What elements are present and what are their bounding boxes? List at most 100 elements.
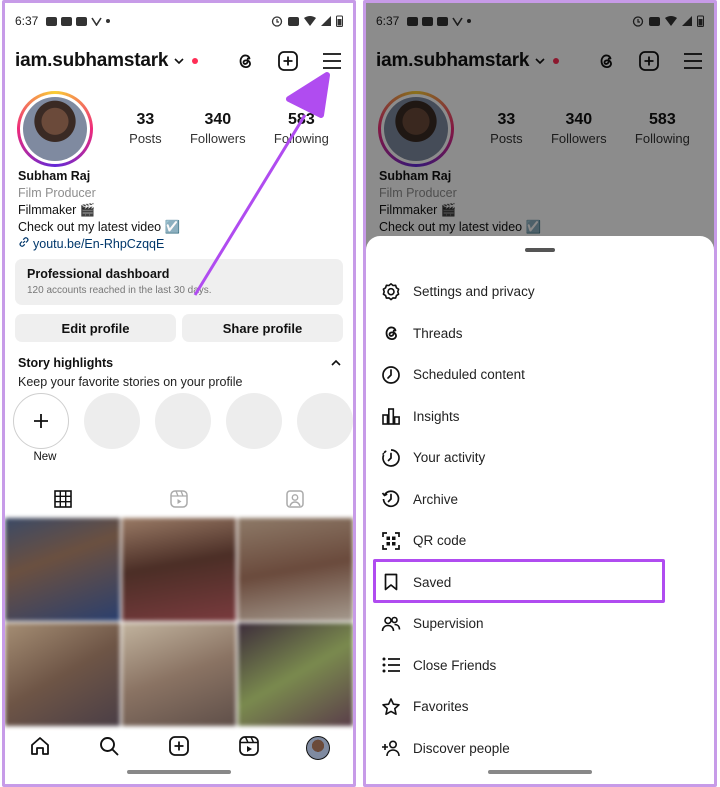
clock-icon <box>380 364 402 386</box>
stat-value: 583 <box>288 111 315 128</box>
menu-item-threads[interactable]: Threads <box>366 313 714 355</box>
activity-icon <box>380 447 402 469</box>
stat-label: Following <box>273 131 329 146</box>
menu-item-label: Close Friends <box>413 657 497 673</box>
insights-icon <box>380 405 402 427</box>
bio-link[interactable]: youtu.be/En-RhpCzqqE <box>18 236 343 253</box>
chevron-down-icon[interactable] <box>174 57 184 65</box>
sheet-handle[interactable] <box>525 248 555 252</box>
bottom-navigation <box>5 731 353 765</box>
profile-header: iam.subhamstark <box>15 43 343 79</box>
post-thumbnail[interactable] <box>5 623 120 726</box>
link-text: youtu.be/En-RhpCzqqE <box>33 237 165 251</box>
menu-item-label: Settings and privacy <box>413 284 535 300</box>
menu-item-label: QR code <box>413 533 467 549</box>
plus-icon <box>34 414 48 428</box>
highlight-placeholder <box>297 393 353 449</box>
bio-line: Check out my latest video ☑️ <box>18 220 181 234</box>
add-person-icon <box>380 737 402 759</box>
settings-icon <box>380 281 402 303</box>
menu-item-label: Discover people <box>413 740 510 756</box>
professional-dashboard[interactable]: Professional dashboard 120 accounts reac… <box>15 259 343 305</box>
highlight-placeholder <box>84 393 140 449</box>
menu-icon[interactable] <box>321 52 343 70</box>
stat-posts[interactable]: 33 Posts <box>129 111 162 146</box>
create-icon[interactable] <box>277 50 299 72</box>
threads-icon <box>380 322 402 344</box>
nav-reels[interactable] <box>214 735 284 762</box>
bottom-sheet-menu: Settings and privacy Threads Scheduled c… <box>366 236 714 784</box>
notification-dot <box>192 58 199 64</box>
nav-search[interactable] <box>75 735 145 762</box>
status-time: 6:37 <box>15 14 39 28</box>
close-friends-icon <box>380 654 402 676</box>
tab-tagged[interactable] <box>237 486 353 516</box>
nav-profile[interactable] <box>283 736 353 760</box>
bio: Subham Raj Film Producer Filmmaker 🎬 Che… <box>18 168 343 253</box>
nav-create[interactable] <box>144 735 214 762</box>
menu-item-qr-code[interactable]: QR code <box>366 520 714 562</box>
saved-highlight-box <box>373 559 665 603</box>
tab-posts[interactable] <box>5 486 121 516</box>
post-thumbnail[interactable] <box>121 518 237 621</box>
display-name: Subham Raj <box>18 169 91 183</box>
menu-item-label: Threads <box>413 325 463 341</box>
qr-code-icon <box>380 530 402 552</box>
menu-item-label: Your activity <box>413 450 486 466</box>
post-thumbnail[interactable] <box>121 623 237 726</box>
dashboard-title: Professional dashboard <box>27 267 170 281</box>
menu-item-label: Archive <box>413 491 459 507</box>
highlights-title: Story highlights <box>18 356 114 370</box>
menu-item-favorites[interactable]: Favorites <box>366 686 714 728</box>
stat-followers[interactable]: 340 Followers <box>190 111 246 146</box>
edit-profile-button[interactable]: Edit profile <box>15 314 176 342</box>
profile-photo <box>23 97 87 161</box>
menu-item-discover-people[interactable]: Discover people <box>366 728 714 770</box>
post-thumbnail[interactable] <box>238 518 353 621</box>
menu-item-your-activity[interactable]: Your activity <box>366 437 714 479</box>
content-tabs <box>5 486 353 516</box>
notification-icons <box>46 16 111 26</box>
create-icon <box>168 735 190 762</box>
home-icon <box>29 735 51 762</box>
reels-icon <box>238 735 260 762</box>
menu-item-label: Insights <box>413 408 460 424</box>
menu-item-supervision[interactable]: Supervision <box>366 603 714 645</box>
stat-label: Followers <box>189 131 246 146</box>
highlights-subtitle: Keep your favorite stories on your profi… <box>18 375 243 389</box>
share-profile-button[interactable]: Share profile <box>182 314 343 342</box>
star-icon <box>380 696 402 718</box>
avatar[interactable] <box>17 91 93 167</box>
stat-value: 33 <box>136 111 155 128</box>
new-highlight-button[interactable] <box>13 393 69 449</box>
menu-item-settings[interactable]: Settings and privacy <box>366 271 714 313</box>
menu-item-insights[interactable]: Insights <box>366 396 714 438</box>
menu-item-scheduled-content[interactable]: Scheduled content <box>366 354 714 396</box>
tab-reels[interactable] <box>121 486 237 516</box>
post-grid <box>5 518 353 726</box>
post-thumbnail[interactable] <box>5 518 120 621</box>
threads-icon[interactable] <box>235 51 255 71</box>
avatar <box>306 736 331 760</box>
stat-label: Posts <box>129 131 162 146</box>
chevron-up-icon[interactable] <box>331 356 341 370</box>
reels-icon <box>169 489 189 514</box>
profile-screen: 6:37 iam.subhamstark 33 Posts 340 Follow… <box>2 0 356 787</box>
menu-item-archive[interactable]: Archive <box>366 479 714 521</box>
bio-line: Filmmaker 🎬 <box>18 203 96 217</box>
stat-following[interactable]: 583 Following <box>274 111 329 146</box>
menu-list: Settings and privacy Threads Scheduled c… <box>366 271 714 769</box>
category: Film Producer <box>18 186 96 200</box>
post-thumbnail[interactable] <box>238 623 353 726</box>
new-highlight-label: New <box>33 451 57 463</box>
link-icon <box>18 236 30 253</box>
username[interactable]: iam.subhamstark <box>15 50 168 72</box>
menu-screen: 6:37 iam.subhamstark 33 Posts 340 Follow… <box>363 0 717 787</box>
gesture-bar <box>127 770 231 774</box>
status-bar: 6:37 <box>15 11 343 31</box>
supervision-icon <box>380 613 402 635</box>
search-icon <box>98 735 120 762</box>
menu-item-close-friends[interactable]: Close Friends <box>366 645 714 687</box>
gesture-bar <box>488 770 592 774</box>
nav-home[interactable] <box>5 735 75 762</box>
